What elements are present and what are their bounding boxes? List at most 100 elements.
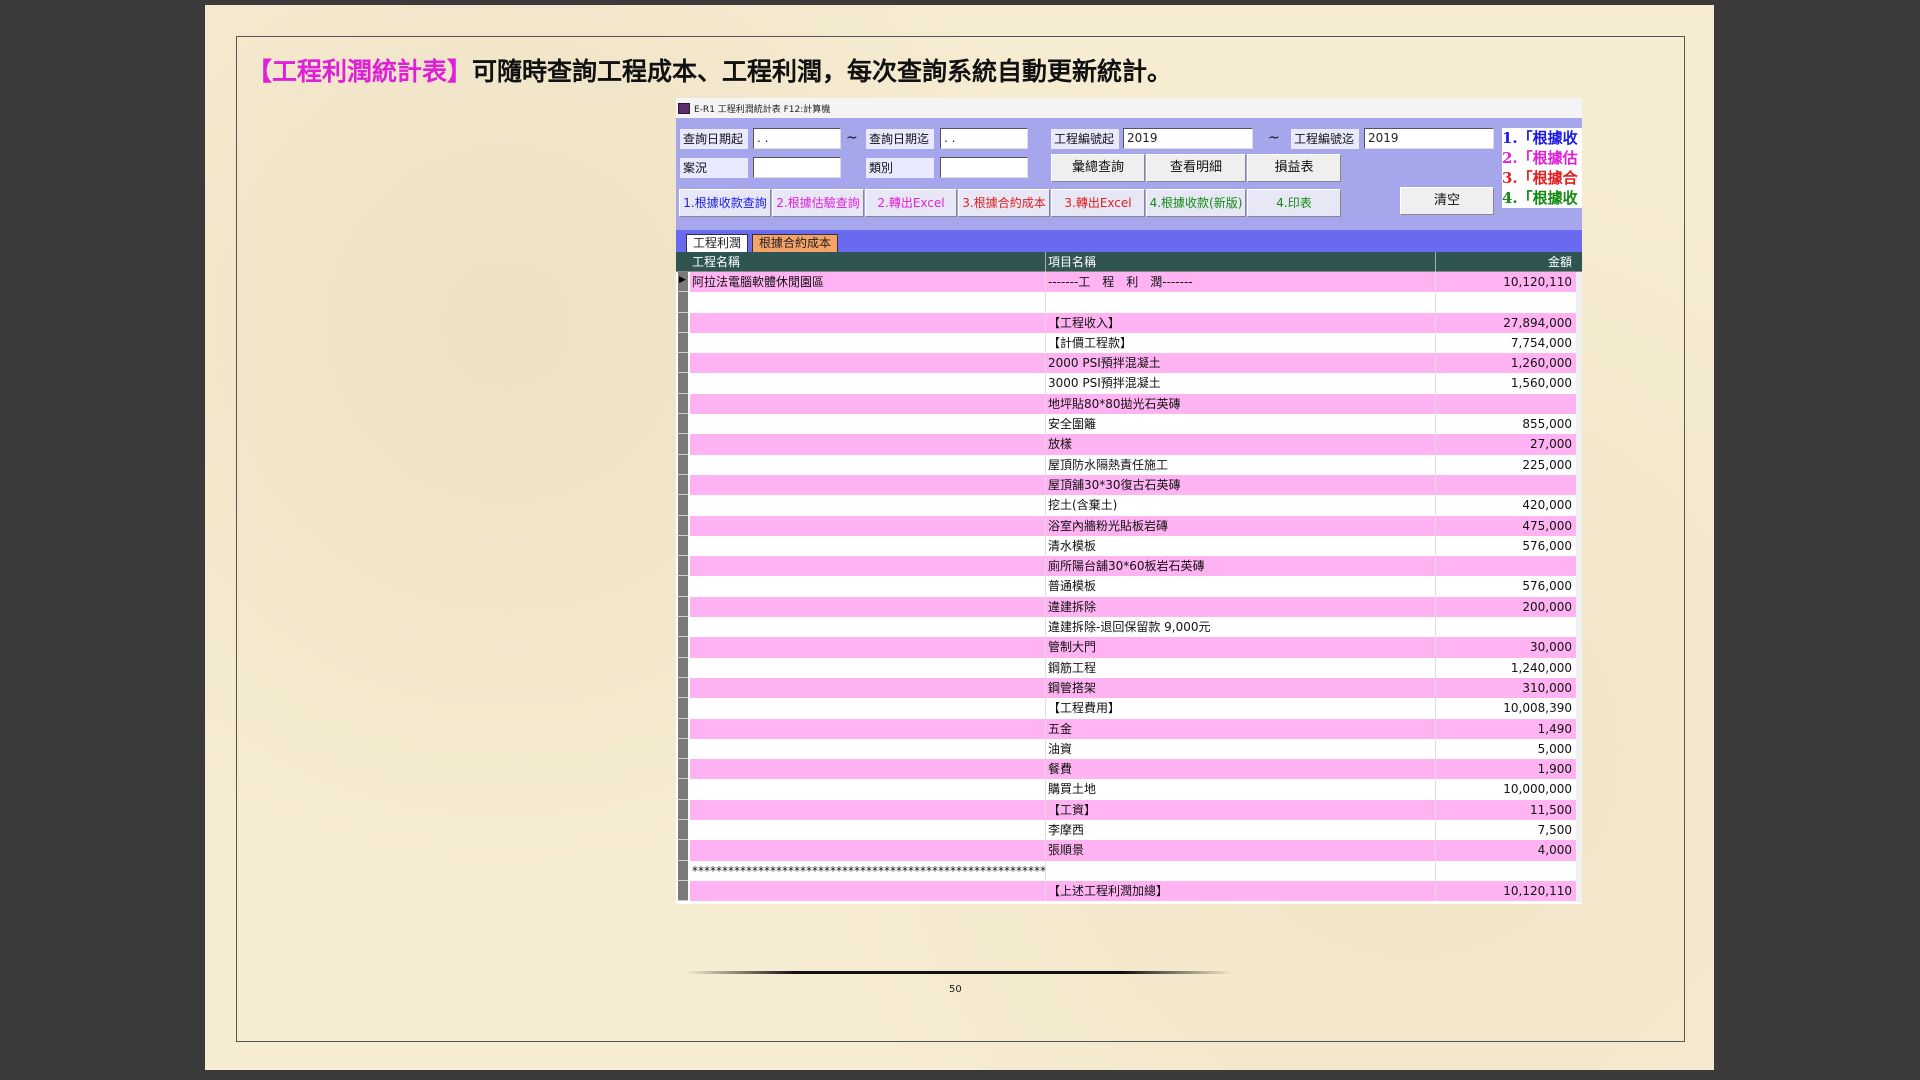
cell-project[interactable] xyxy=(690,617,1046,638)
cell-project[interactable] xyxy=(690,657,1046,678)
row-selector[interactable] xyxy=(678,332,688,354)
cell-project[interactable]: 阿拉法電腦軟體休閒園區 xyxy=(690,272,1046,293)
cell-project[interactable] xyxy=(690,880,1046,902)
table-row[interactable]: 地坪貼80*80拋光石英磚 xyxy=(676,393,1582,415)
cell-amount[interactable]: 1,560,000 xyxy=(1436,373,1576,394)
cell-item[interactable]: 購買土地 xyxy=(1046,779,1436,800)
row-selector[interactable] xyxy=(678,393,688,415)
row-selector[interactable] xyxy=(678,759,688,780)
option-collection-new-button[interactable]: 4.根據收款(新版) xyxy=(1146,189,1246,217)
cell-item[interactable]: 五金 xyxy=(1046,718,1436,739)
row-selector[interactable] xyxy=(678,840,688,861)
table-row[interactable]: 李摩西 7,500 xyxy=(676,820,1582,841)
cell-amount[interactable]: 7,500 xyxy=(1436,820,1576,841)
cell-amount[interactable] xyxy=(1436,556,1576,577)
cell-item[interactable]: 普通模板 xyxy=(1046,576,1436,597)
table-row[interactable]: 安全圍籬 855,000 xyxy=(676,414,1582,435)
cell-amount[interactable] xyxy=(1436,292,1576,313)
row-selector[interactable] xyxy=(678,657,688,678)
cell-project[interactable] xyxy=(690,515,1046,536)
cell-item[interactable]: 管制大門 xyxy=(1046,637,1436,658)
cell-project[interactable] xyxy=(690,495,1046,516)
cell-item[interactable]: 餐費 xyxy=(1046,759,1436,780)
option-estimate-query-button[interactable]: 2.根據估驗查詢 xyxy=(772,189,864,217)
row-selector[interactable] xyxy=(678,718,688,739)
cell-amount[interactable]: 310,000 xyxy=(1436,677,1576,699)
view-detail-button[interactable]: 查看明細 xyxy=(1146,154,1246,182)
cell-amount[interactable]: 200,000 xyxy=(1436,596,1576,618)
cell-amount[interactable]: 1,900 xyxy=(1436,759,1576,780)
cell-amount[interactable]: 1,490 xyxy=(1436,718,1576,739)
cell-item[interactable]: 油資 xyxy=(1046,738,1436,760)
cell-project[interactable] xyxy=(690,820,1046,841)
table-row[interactable]: 【上述工程利潤加總】 10,120,110 xyxy=(676,880,1582,902)
summary-query-button[interactable]: 彙總查詢 xyxy=(1051,154,1145,182)
table-row[interactable]: 放樣 27,000 xyxy=(676,434,1582,455)
cell-item[interactable]: 3000 PSI預拌混凝土 xyxy=(1046,373,1436,394)
cell-project[interactable] xyxy=(690,393,1046,415)
option-print-button[interactable]: 4.印表 xyxy=(1247,189,1341,217)
cell-item[interactable]: 【上述工程利潤加總】 xyxy=(1046,880,1436,902)
column-header-item[interactable]: 項目名稱 xyxy=(1046,252,1436,272)
row-selector[interactable] xyxy=(678,860,688,881)
cell-project[interactable] xyxy=(690,840,1046,861)
row-selector[interactable] xyxy=(678,637,688,658)
tab-contract-cost[interactable]: 根據合約成本 xyxy=(752,234,839,252)
cell-item[interactable]: 李摩西 xyxy=(1046,820,1436,841)
row-selector[interactable] xyxy=(678,535,688,557)
pnl-button[interactable]: 損益表 xyxy=(1247,154,1341,182)
cell-project[interactable] xyxy=(690,738,1046,760)
cell-amount[interactable]: 27,894,000 xyxy=(1436,312,1576,333)
row-selector[interactable] xyxy=(678,312,688,333)
date-from-field[interactable]: . . xyxy=(753,128,841,149)
cell-item[interactable]: 清水模板 xyxy=(1046,535,1436,557)
option-contract-cost-button[interactable]: 3.根據合約成本 xyxy=(958,189,1050,217)
cell-amount[interactable] xyxy=(1436,617,1576,638)
cell-amount[interactable]: 10,120,110 xyxy=(1436,272,1576,293)
row-selector[interactable] xyxy=(678,272,688,293)
table-row[interactable]: 管制大門 30,000 xyxy=(676,637,1582,658)
cell-amount[interactable] xyxy=(1436,860,1576,881)
table-row[interactable]: 油資 5,000 xyxy=(676,738,1582,760)
cell-amount[interactable]: 576,000 xyxy=(1436,535,1576,557)
cell-item[interactable]: 挖土(含棄土) xyxy=(1046,495,1436,516)
cell-amount[interactable]: 576,000 xyxy=(1436,576,1576,597)
table-row[interactable]: 挖土(含棄土) 420,000 xyxy=(676,495,1582,516)
cell-item[interactable]: 【工資】 xyxy=(1046,799,1436,821)
table-row[interactable]: 廁所陽台舖30*60板岩石英磚 xyxy=(676,556,1582,577)
cell-item[interactable] xyxy=(1046,292,1436,313)
cell-project[interactable] xyxy=(690,596,1046,618)
cell-project[interactable] xyxy=(690,535,1046,557)
cell-project[interactable] xyxy=(690,434,1046,455)
cell-project[interactable]: ****************************************… xyxy=(690,860,1046,881)
cell-amount[interactable]: 5,000 xyxy=(1436,738,1576,760)
row-selector[interactable] xyxy=(678,677,688,699)
table-row[interactable]: 普通模板 576,000 xyxy=(676,576,1582,597)
cell-project[interactable] xyxy=(690,556,1046,577)
cell-project[interactable] xyxy=(690,312,1046,333)
row-selector[interactable] xyxy=(678,414,688,435)
row-selector[interactable] xyxy=(678,454,688,475)
cell-amount[interactable] xyxy=(1436,393,1576,415)
table-row[interactable]: 2000 PSI預拌混凝土 1,260,000 xyxy=(676,353,1582,374)
clear-button[interactable]: 清空 xyxy=(1400,187,1494,215)
cell-amount[interactable] xyxy=(1436,474,1576,496)
table-row[interactable]: 違建拆除-退回保留款 9,000元 xyxy=(676,617,1582,638)
table-row[interactable]: 張順景 4,000 xyxy=(676,840,1582,861)
cell-amount[interactable]: 10,008,390 xyxy=(1436,698,1576,719)
cell-project[interactable] xyxy=(690,718,1046,739)
cell-amount[interactable]: 7,754,000 xyxy=(1436,332,1576,354)
project-to-field[interactable]: 2019 xyxy=(1364,128,1494,149)
cell-item[interactable]: 地坪貼80*80拋光石英磚 xyxy=(1046,393,1436,415)
cell-amount[interactable]: 475,000 xyxy=(1436,515,1576,536)
cell-item[interactable]: 張順景 xyxy=(1046,840,1436,861)
table-row[interactable]: 五金 1,490 xyxy=(676,718,1582,739)
cell-amount[interactable]: 10,000,000 xyxy=(1436,779,1576,800)
row-selector[interactable] xyxy=(678,698,688,719)
table-row[interactable]: 【計價工程款】 7,754,000 xyxy=(676,332,1582,354)
cell-project[interactable] xyxy=(690,759,1046,780)
table-row[interactable]: 屋頂防水隔熱責任施工 225,000 xyxy=(676,454,1582,475)
cell-project[interactable] xyxy=(690,373,1046,394)
row-selector[interactable] xyxy=(678,434,688,455)
cell-project[interactable] xyxy=(690,637,1046,658)
